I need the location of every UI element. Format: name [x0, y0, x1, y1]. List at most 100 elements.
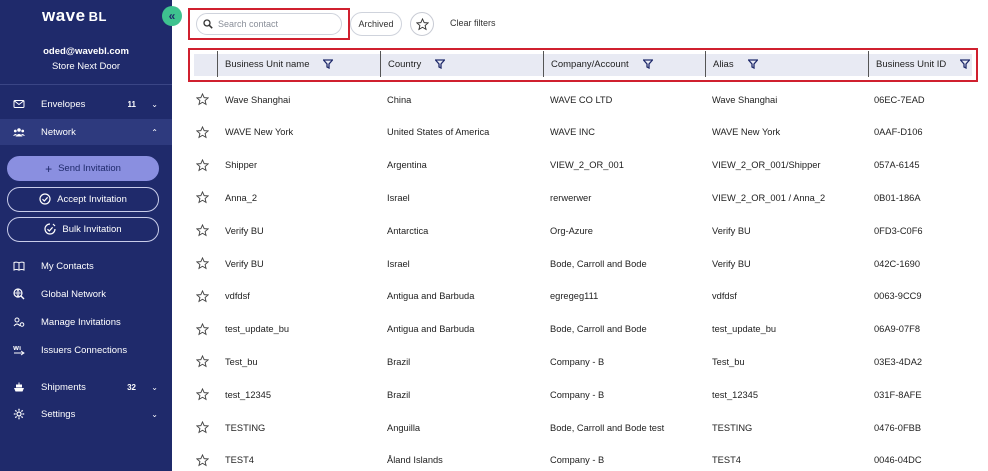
cell-alias: TEST4 — [712, 455, 741, 466]
column-header-alias[interactable]: Alias — [705, 51, 758, 77]
cell-business-unit-id: 03E3-4DA2 — [874, 356, 923, 367]
cell-alias: vdfdsf — [712, 291, 737, 302]
table-row[interactable]: Verify BU Antarctica Org-Azure Verify BU 0FD… — [188, 214, 988, 247]
cell-company-account: Bode, Carroll and Bode test — [550, 422, 665, 433]
sidebar-item-envelopes[interactable]: Envelopes 11 ⌄ — [0, 91, 172, 117]
sidebar-item-network[interactable]: Network ⌃ — [0, 119, 172, 145]
table-row[interactable]: Verify BU Israel Bode, Carroll and Bode Ver… — [188, 247, 988, 280]
favorite-star-icon[interactable] — [195, 256, 210, 270]
book-icon — [12, 259, 26, 273]
search-icon — [203, 19, 213, 29]
cell-company-account: rerwerwer — [550, 192, 592, 203]
network-icon — [12, 125, 26, 139]
bulk-invitation-button[interactable]: Bulk Invitation — [7, 217, 159, 242]
cell-business-unit-name: Verify BU — [225, 258, 264, 269]
cell-alias: Verify BU — [712, 225, 751, 236]
cell-country: Israel — [387, 192, 410, 203]
favorite-star-icon[interactable] — [195, 92, 210, 106]
column-header-country[interactable]: Country — [380, 51, 446, 77]
favorites-filter-button[interactable] — [410, 12, 434, 36]
chevron-down-icon: ⌄ — [151, 99, 158, 109]
cell-business-unit-id: 0AAF-D106 — [874, 127, 923, 138]
archived-button[interactable]: Archived — [350, 12, 402, 36]
cell-business-unit-id: 0046-04DC — [874, 455, 922, 466]
filter-icon[interactable] — [323, 59, 334, 69]
sidebar-item-my-contacts[interactable]: My Contacts — [0, 255, 172, 277]
table-row[interactable]: test_12345 Brazil Company - B test_12345 031… — [188, 378, 988, 411]
send-invitation-button[interactable]: + Send Invitation — [7, 156, 159, 181]
favorite-star-icon[interactable] — [195, 322, 210, 336]
cell-business-unit-id: 042C-1690 — [874, 258, 921, 269]
table-row[interactable]: WAVE New York United States of America WAV… — [188, 116, 988, 149]
accept-invitation-label: Accept Invitation — [57, 194, 127, 205]
search-input[interactable]: Search contact — [196, 13, 342, 35]
favorite-star-icon[interactable] — [195, 355, 210, 368]
table-row[interactable]: TEST4 Åland Islands Company - B TEST4 0046-0… — [188, 444, 988, 471]
cell-alias: Wave Shanghai — [712, 94, 778, 105]
favorite-star-icon[interactable] — [195, 191, 210, 204]
sidebar-item-label: Settings — [41, 408, 76, 420]
filter-icon[interactable] — [642, 59, 653, 69]
cell-company-account: WAVE CO LTD — [550, 94, 613, 105]
cell-alias: VIEW_2_OR_001/Shipper — [712, 160, 821, 171]
cell-company-account: egregeg111 — [550, 291, 599, 302]
check-circle-icon — [39, 192, 51, 207]
favorite-star-icon[interactable] — [195, 223, 210, 237]
bulk-check-icon — [44, 222, 57, 237]
column-header-company-account[interactable]: Company/Account — [543, 51, 653, 77]
cell-business-unit-name: TEST4 — [225, 455, 254, 466]
clear-filters-link[interactable]: Clear filters — [450, 18, 496, 28]
accept-invitation-button[interactable]: Accept Invitation — [7, 187, 159, 212]
cell-alias: Test_bu — [712, 356, 745, 367]
favorite-star-icon[interactable] — [195, 453, 210, 467]
filter-icon[interactable] — [960, 59, 971, 69]
send-invitation-label: Send Invitation — [58, 163, 121, 174]
shipments-count: 32 — [127, 382, 136, 392]
user-store: Store Next Door — [51, 61, 121, 72]
sidebar-item-label: Network — [41, 126, 76, 138]
app-root: wave BL oded@wavebl.com Store Next Door E… — [0, 0, 988, 471]
table-row[interactable]: Shipper Argentina VIEW_2_OR_001 VIEW_2_OR_0… — [188, 149, 988, 182]
chevron-down-icon: ⌄ — [151, 382, 158, 392]
sidebar-item-issuers-connections[interactable]: Wi Issuers Connections — [0, 339, 172, 361]
favorite-star-icon[interactable] — [195, 289, 210, 303]
favorite-star-icon[interactable] — [195, 420, 210, 434]
cell-alias: test_update_bu — [712, 324, 777, 335]
cell-alias: test_12345 — [712, 389, 759, 400]
cell-business-unit-id: 0FD3-C0F6 — [874, 225, 923, 236]
cell-business-unit-name: Shipper — [225, 160, 258, 171]
cell-business-unit-id: 06A9-07F8 — [874, 324, 920, 335]
favorite-star-icon[interactable] — [195, 158, 210, 172]
column-header-business-unit-name[interactable]: Business Unit name — [217, 51, 334, 77]
filter-icon[interactable] — [435, 59, 446, 69]
table-row[interactable]: test_update_bu Antigua and Barbuda Bode, C… — [188, 313, 988, 346]
favorite-star-icon[interactable] — [195, 387, 210, 401]
sidebar-item-global-network[interactable]: Global Network — [0, 283, 172, 305]
collapse-sidebar-button[interactable]: « — [162, 6, 182, 26]
sidebar-divider — [0, 84, 172, 85]
filter-icon[interactable] — [747, 59, 758, 69]
cell-country: Brazil — [387, 389, 411, 400]
sidebar-item-settings[interactable]: Settings ⌄ — [0, 401, 172, 427]
cell-country: Israel — [387, 258, 410, 269]
favorite-star-icon[interactable] — [195, 125, 210, 139]
sidebar-item-shipments[interactable]: Shipments 32 ⌄ — [0, 374, 172, 400]
table-row[interactable]: vdfdsf Antigua and Barbuda egregeg111 vdfds… — [188, 280, 988, 313]
cell-company-account: Org-Azure — [550, 225, 593, 236]
cell-country: Åland Islands — [387, 455, 443, 466]
cell-alias: WAVE New York — [712, 127, 781, 138]
column-header-business-unit-id[interactable]: Business Unit ID — [868, 51, 971, 77]
table-row[interactable]: Wave Shanghai China WAVE CO LTD Wave Shangh… — [188, 83, 988, 116]
cell-business-unit-name: vdfdsf — [225, 291, 250, 302]
sidebar-item-label: Manage Invitations — [41, 316, 121, 328]
sidebar-item-manage-invitations[interactable]: Manage Invitations — [0, 311, 172, 333]
cell-business-unit-id: 057A-6145 — [874, 160, 920, 171]
table-row[interactable]: Anna_2 Israel rerwerwer VIEW_2_OR_001 / Ann… — [188, 181, 988, 214]
sidebar-item-label: My Contacts — [41, 260, 94, 272]
cell-business-unit-name: Wave Shanghai — [225, 94, 291, 105]
table-row[interactable]: TESTING Anguilla Bode, Carroll and Bode te… — [188, 411, 988, 444]
sidebar: wave BL oded@wavebl.com Store Next Door E… — [0, 0, 172, 471]
cell-country: China — [387, 94, 412, 105]
table-row[interactable]: Test_bu Brazil Company - B Test_bu 03E3-4DA2 — [188, 345, 988, 378]
main-content: Search contact Archived Clear filters Bu… — [172, 0, 988, 471]
